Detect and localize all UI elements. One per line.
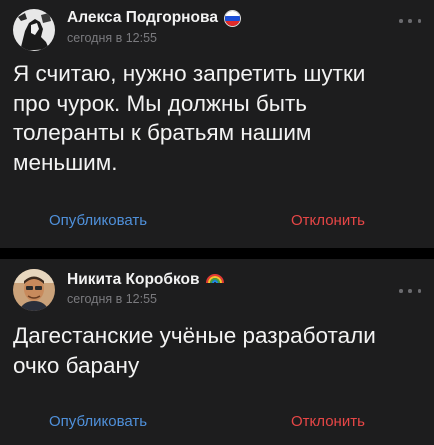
avatar[interactable]	[13, 9, 55, 51]
post-time: сегодня в 12:55	[67, 31, 157, 45]
more-options-icon[interactable]	[399, 16, 421, 26]
author-name[interactable]: Алекса Подгорнова	[67, 9, 218, 27]
post-text: Дагестанские учёные разработали очко бар…	[13, 321, 425, 380]
post-text: Я считаю, нужно запретить шутки про чуро…	[13, 59, 425, 177]
author-name-row: Никита Коробков	[67, 270, 224, 289]
rainbow-icon	[205, 270, 224, 289]
avatar-image	[13, 9, 55, 51]
publish-button[interactable]: Опубликовать	[49, 212, 147, 229]
avatar[interactable]	[13, 269, 55, 311]
author-name-row: Алекса Подгорнова	[67, 9, 241, 27]
post-text-line: меньшим.	[13, 149, 118, 175]
post-card: Никита Коробков сегодня в 12:55 Дагестан…	[0, 259, 434, 445]
post-text-line: Дагестанские учёные разработали	[13, 323, 376, 348]
post-text-line: Я считаю, нужно запретить шутки	[13, 61, 366, 86]
author-name[interactable]: Никита Коробков	[67, 271, 200, 289]
russia-flag-icon	[223, 9, 241, 27]
post-text-line: толеранты к братьям нашим	[13, 120, 312, 145]
post-time: сегодня в 12:55	[67, 292, 157, 306]
publish-button[interactable]: Опубликовать	[49, 413, 147, 430]
reject-button[interactable]: Отклонить	[291, 212, 365, 229]
post-text-line: очко барану	[13, 352, 140, 378]
avatar-image	[13, 269, 55, 311]
more-options-icon[interactable]	[399, 286, 421, 296]
reject-button[interactable]: Отклонить	[291, 413, 365, 430]
post-card: Алекса Подгорнова сегодня в 12:55 Я счит…	[0, 0, 434, 248]
post-text-line: про чурок. Мы должны быть	[13, 90, 307, 116]
